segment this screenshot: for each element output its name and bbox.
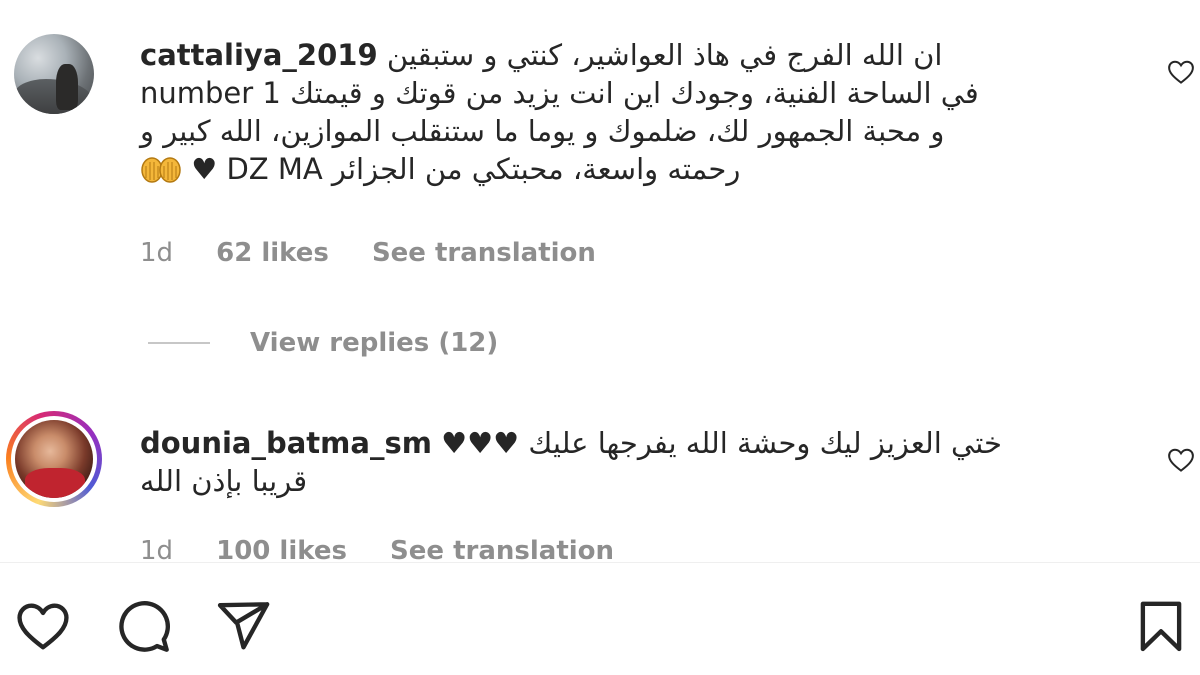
comment-line: number 1 في الساحة الفنية، وجودك اين انت… — [140, 76, 979, 110]
comment-meta: 1d 62 likes See translation — [140, 238, 630, 268]
comment-text: dounia_batma_sm ختي العزيز ليك وحشة الله… — [140, 424, 1130, 500]
post-action-bar — [0, 563, 1200, 675]
comment-line: رحمته واسعة، محبتكي من الجزائر DZ MA ♥ — [140, 150, 1130, 188]
comment-time: 1d — [140, 536, 174, 562]
comment-time: 1d — [140, 238, 174, 268]
username-link[interactable]: cattaliya_2019 — [140, 38, 378, 72]
bookmark-icon[interactable] — [1132, 597, 1190, 655]
view-replies-label: View replies (12) — [250, 328, 499, 358]
raising-hands-emoji-icon — [141, 157, 181, 183]
like-comment-heart-icon[interactable] — [1166, 445, 1196, 475]
comment-text: cattaliya_2019 ان الله الفرج في هاذ العو… — [140, 36, 1130, 188]
see-translation-link[interactable]: See translation — [372, 238, 596, 268]
comment-line: و محبة الجمهور لك، ضلموك و يوما ما ستنقل… — [140, 114, 945, 148]
heart-outline-icon[interactable] — [14, 597, 72, 655]
replies-divider-line — [148, 342, 210, 344]
avatar[interactable] — [14, 34, 94, 114]
comment-line: dounia_batma_sm ختي العزيز ليك وحشة الله… — [140, 424, 1130, 462]
paper-plane-icon[interactable] — [214, 597, 272, 655]
avatar-story-ring[interactable] — [6, 411, 102, 507]
view-replies-button[interactable]: View replies (12) — [148, 328, 498, 358]
comment-message: ان الله الفرج في هاذ العواشير، كنتي و ست… — [386, 38, 943, 72]
username-link[interactable]: dounia_batma_sm — [140, 426, 432, 460]
comment-line: cattaliya_2019 ان الله الفرج في هاذ العو… — [140, 36, 1130, 74]
comment-meta: 1d 100 likes See translation — [140, 536, 648, 562]
likes-count[interactable]: 62 likes — [216, 238, 329, 268]
comment-line: قريبا بإذن الله — [140, 464, 308, 498]
like-comment-heart-icon[interactable] — [1166, 57, 1196, 87]
comments-list[interactable]: cattaliya_2019 ان الله الفرج في هاذ العو… — [0, 0, 1200, 562]
speech-bubble-icon[interactable] — [114, 597, 172, 655]
likes-count[interactable]: 100 likes — [216, 536, 347, 562]
see-translation-link[interactable]: See translation — [390, 536, 614, 562]
comment-message: رحمته واسعة، محبتكي من الجزائر DZ MA ♥ — [191, 152, 741, 186]
comment-message: ختي العزيز ليك وحشة الله يفرجها عليك ♥♥♥ — [441, 426, 1002, 460]
